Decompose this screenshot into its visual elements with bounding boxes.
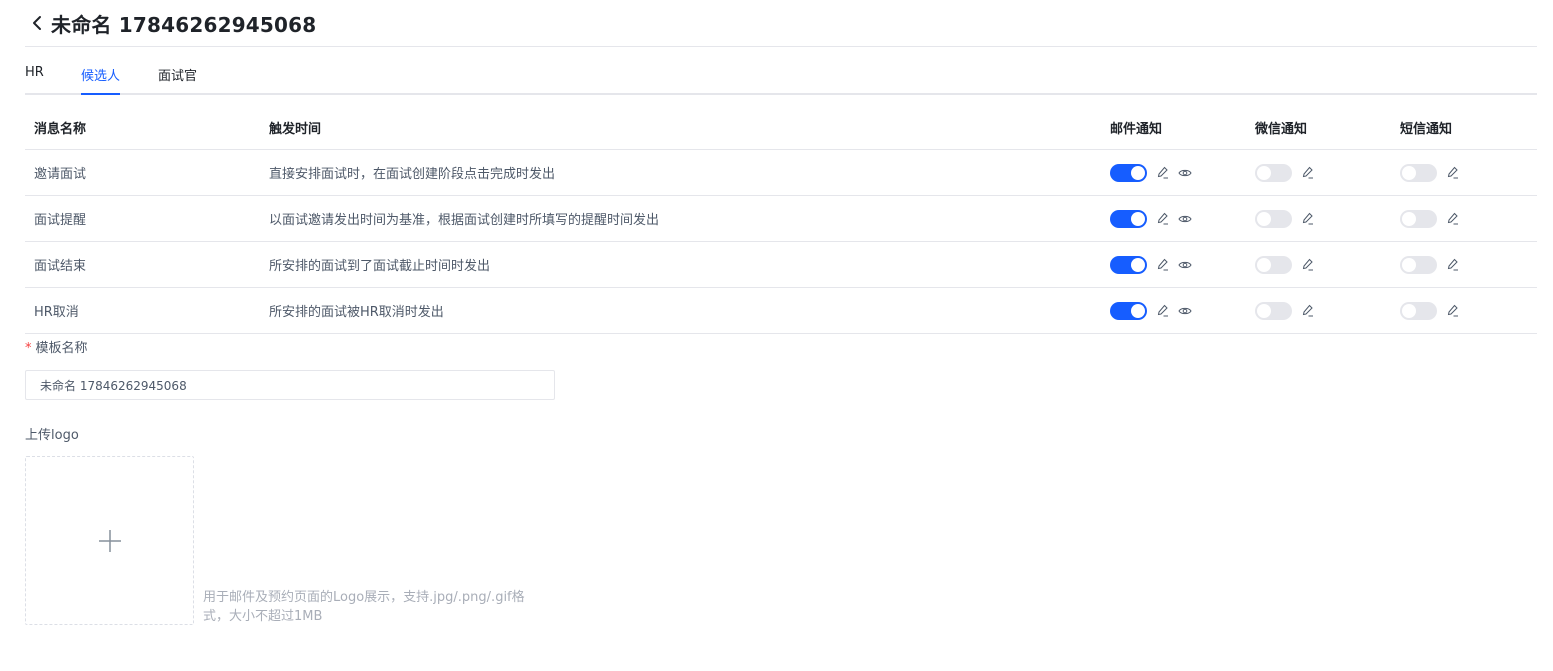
tab-interviewer[interactable]: 面试官 bbox=[158, 65, 197, 93]
chevron-left-icon bbox=[33, 16, 41, 30]
table-row: HR取消 所安排的面试被HR取消时发出 bbox=[25, 288, 1537, 334]
mail-switch[interactable] bbox=[1110, 163, 1147, 182]
wechat-switch[interactable] bbox=[1255, 301, 1292, 320]
template-name-label-text: 模板名称 bbox=[35, 341, 88, 356]
trigger-time: 直接安排面试时，在面试创建阶段点击完成时发出 bbox=[269, 167, 556, 182]
wechat-switch[interactable] bbox=[1255, 209, 1292, 228]
eye-icon[interactable] bbox=[1178, 304, 1192, 318]
pen-icon[interactable] bbox=[1446, 258, 1460, 272]
mail-cell bbox=[1110, 288, 1192, 333]
wechat-switch[interactable] bbox=[1255, 163, 1292, 182]
page-header: 未命名 17846262945068 bbox=[25, 0, 1537, 47]
table-row: 面试提醒 以面试邀请发出时间为基准，根据面试创建时所填写的提醒时间发出 bbox=[25, 196, 1537, 242]
mail-switch[interactable] bbox=[1110, 301, 1147, 320]
pen-icon[interactable] bbox=[1156, 166, 1170, 180]
logo-label: 上传logo bbox=[25, 428, 79, 443]
table-body: 邀请面试 直接安排面试时，在面试创建阶段点击完成时发出面试提醒 以面试邀请发出时间为… bbox=[25, 150, 1537, 334]
table-row: 邀请面试 直接安排面试时，在面试创建阶段点击完成时发出 bbox=[25, 150, 1537, 196]
switch-knob bbox=[1257, 303, 1271, 318]
table-row: 面试结束 所安排的面试到了面试截止时间时发出 bbox=[25, 242, 1537, 288]
sms-switch[interactable] bbox=[1400, 301, 1437, 320]
trigger-time: 所安排的面试到了面试截止时间时发出 bbox=[269, 259, 491, 274]
wechat-cell bbox=[1255, 150, 1315, 195]
logo-upload-area[interactable] bbox=[25, 456, 194, 625]
sms-switch[interactable] bbox=[1400, 209, 1437, 228]
column-header-wechat: 微信通知 bbox=[1255, 122, 1308, 137]
pen-icon[interactable] bbox=[1301, 212, 1315, 226]
switch-knob bbox=[1131, 303, 1145, 318]
pen-icon[interactable] bbox=[1301, 258, 1315, 272]
mail-cell bbox=[1110, 150, 1192, 195]
switch-knob bbox=[1131, 165, 1145, 180]
tab-active-indicator bbox=[81, 93, 121, 95]
switch-knob bbox=[1131, 257, 1145, 272]
sms-switch[interactable] bbox=[1400, 163, 1437, 182]
mail-cell bbox=[1110, 242, 1192, 287]
mail-switch[interactable] bbox=[1110, 255, 1147, 274]
pen-icon[interactable] bbox=[1156, 212, 1170, 226]
table-header-row: 消息名称 触发时间 邮件通知 微信通知 短信通知 bbox=[25, 106, 1537, 150]
switch-knob bbox=[1402, 303, 1416, 318]
switch-knob bbox=[1257, 211, 1271, 226]
column-header-sms: 短信通知 bbox=[1400, 122, 1453, 137]
sms-switch[interactable] bbox=[1400, 255, 1437, 274]
sms-cell bbox=[1400, 150, 1460, 195]
switch-knob bbox=[1402, 165, 1416, 180]
message-name: 面试结束 bbox=[34, 259, 87, 274]
pen-icon[interactable] bbox=[1446, 212, 1460, 226]
pen-icon[interactable] bbox=[1156, 258, 1170, 272]
pen-icon[interactable] bbox=[1446, 166, 1460, 180]
message-name: HR取消 bbox=[34, 305, 79, 320]
switch-knob bbox=[1402, 257, 1416, 272]
notification-table: 消息名称 触发时间 邮件通知 微信通知 短信通知 邀请面试 直接安排面试时，在面试… bbox=[25, 106, 1537, 334]
wechat-cell bbox=[1255, 242, 1315, 287]
pen-icon[interactable] bbox=[1156, 304, 1170, 318]
sms-cell bbox=[1400, 288, 1460, 333]
trigger-time: 以面试邀请发出时间为基准，根据面试创建时所填写的提醒时间发出 bbox=[269, 213, 660, 228]
plus-icon bbox=[98, 529, 121, 552]
sms-cell bbox=[1400, 242, 1460, 287]
trigger-time: 所安排的面试被HR取消时发出 bbox=[269, 305, 444, 320]
eye-icon[interactable] bbox=[1178, 166, 1192, 180]
column-header-trigger: 触发时间 bbox=[269, 122, 322, 137]
switch-knob bbox=[1131, 211, 1145, 226]
column-header-name: 消息名称 bbox=[34, 122, 87, 137]
switch-knob bbox=[1257, 257, 1271, 272]
pen-icon[interactable] bbox=[1301, 304, 1315, 318]
wechat-cell bbox=[1255, 288, 1315, 333]
message-name: 邀请面试 bbox=[34, 167, 87, 182]
wechat-switch[interactable] bbox=[1255, 255, 1292, 274]
pen-icon[interactable] bbox=[1446, 304, 1460, 318]
tab-label: 面试官 bbox=[158, 69, 198, 84]
template-name-label: * 模板名称 bbox=[25, 337, 88, 356]
page-title: 未命名 17846262945068 bbox=[51, 12, 317, 37]
message-name: 面试提醒 bbox=[34, 213, 87, 228]
tab-label: HR bbox=[25, 65, 44, 80]
eye-icon[interactable] bbox=[1178, 212, 1192, 226]
mail-switch[interactable] bbox=[1110, 209, 1147, 228]
tab-candidate[interactable]: 候选人 bbox=[81, 65, 121, 95]
wechat-cell bbox=[1255, 196, 1315, 241]
logo-hint: 用于邮件及预约页面的Logo展示，支持.jpg/.png/.gif格式，大小不超… bbox=[203, 590, 525, 624]
eye-icon[interactable] bbox=[1178, 258, 1192, 272]
switch-knob bbox=[1402, 211, 1416, 226]
back-button[interactable] bbox=[27, 13, 47, 33]
tab-hr[interactable]: HR bbox=[25, 65, 44, 93]
mail-cell bbox=[1110, 196, 1192, 241]
tab-label: 候选人 bbox=[81, 69, 121, 84]
column-header-mail: 邮件通知 bbox=[1110, 122, 1163, 137]
pen-icon[interactable] bbox=[1301, 166, 1315, 180]
tab-bar: HR 候选人 面试官 bbox=[25, 56, 1537, 95]
switch-knob bbox=[1257, 165, 1271, 180]
sms-cell bbox=[1400, 196, 1460, 241]
template-name-input[interactable] bbox=[25, 370, 555, 400]
required-mark: * bbox=[25, 341, 32, 356]
